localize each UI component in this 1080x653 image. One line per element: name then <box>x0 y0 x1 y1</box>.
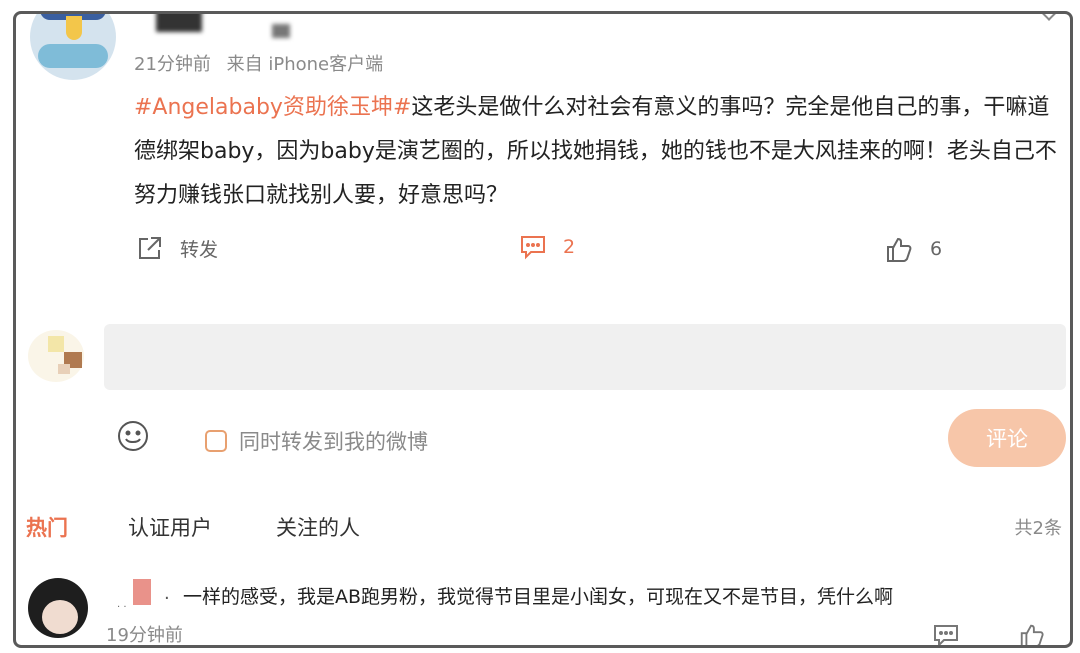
post-actions: 转发 2 6 <box>16 234 1070 270</box>
weibo-post-card: 21分钟前 来自 iPhone客户端 #Angelababy资助徐玉坤#这老头是… <box>13 11 1073 648</box>
emoji-button[interactable] <box>116 419 150 457</box>
comment-bubble-icon <box>521 236 545 260</box>
like-button[interactable]: 6 <box>884 234 942 264</box>
tab-verified-users[interactable]: 认证用户 <box>128 512 212 542</box>
post-body: #Angelababy资助徐玉坤#这老头是做什么对社会有意义的事吗？完全是他自己… <box>134 86 1069 218</box>
commenter-name-block[interactable] <box>133 579 151 605</box>
comment-count: 2 <box>563 236 576 258</box>
post-hashtag[interactable]: #Angelababy资助徐玉坤# <box>134 95 411 120</box>
comment-text: 一样的感受，我是AB跑男粉，我觉得节目里是小闺女，可现在又不是节目，凭什么啊 <box>183 586 894 608</box>
author-avatar[interactable] <box>30 14 116 80</box>
name-separator: · <box>164 588 170 609</box>
like-count: 6 <box>930 238 943 260</box>
post-meta: 21分钟前 来自 iPhone客户端 <box>134 50 383 76</box>
tab-following[interactable]: 关注的人 <box>276 512 360 542</box>
thumbs-up-icon <box>887 237 912 262</box>
comment-total: 共2条 <box>1014 518 1062 539</box>
tab-hot[interactable]: 热门 <box>26 512 68 542</box>
comment-bubble-icon <box>934 625 958 645</box>
repost-to-my-weibo-option[interactable]: 同时转发到我的微博 <box>205 426 428 456</box>
repost-option-label: 同时转发到我的微博 <box>239 430 428 454</box>
current-user-avatar[interactable] <box>28 330 84 382</box>
commenter-avatar[interactable] <box>28 578 88 638</box>
reply-comment-button[interactable] <box>933 624 959 645</box>
repost-button[interactable]: 转发 <box>136 234 218 262</box>
post-source[interactable]: 来自 iPhone客户端 <box>227 54 383 75</box>
author-name-redacted[interactable] <box>156 14 202 32</box>
comment-button[interactable]: 2 <box>519 234 575 260</box>
smiley-icon <box>118 421 148 451</box>
commenter-name-redacted: . . <box>117 599 127 610</box>
post-time: 21分钟前 <box>134 54 211 75</box>
share-arrow-icon <box>139 237 161 259</box>
dropdown-chevron-icon[interactable] <box>1039 14 1059 21</box>
repost-label: 转发 <box>180 238 219 261</box>
thumbs-up-icon <box>1020 624 1044 645</box>
author-badge-redacted <box>272 24 290 38</box>
comment-input[interactable] <box>104 324 1066 390</box>
submit-comment-button[interactable]: 评论 <box>948 409 1066 467</box>
like-comment-button[interactable] <box>1018 621 1046 645</box>
comment-time: 19分钟前 <box>106 625 183 646</box>
repost-checkbox[interactable] <box>205 430 227 452</box>
